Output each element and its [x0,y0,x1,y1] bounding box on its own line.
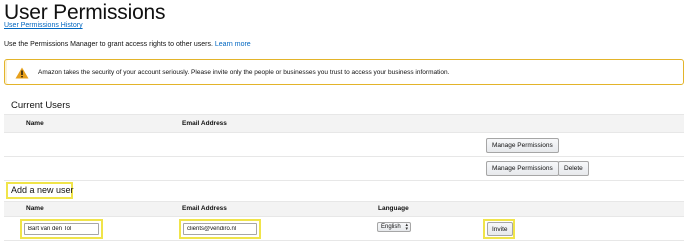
add-user-title: Add a new user [6,182,74,199]
manage-permissions-button[interactable]: Manage Permissions [486,161,559,176]
alert-text: Amazon takes the security of your accoun… [38,69,450,76]
current-users-title: Current Users [11,100,71,111]
warning-icon [15,67,29,79]
add-user-header: Name Email Address Language [4,201,684,217]
email-input[interactable] [183,223,257,235]
column-header-email: Email Address [182,205,227,212]
history-link[interactable]: User Permissions History [4,22,83,29]
email-field-highlight [179,219,261,239]
name-input[interactable] [24,223,99,235]
intro-description: Use the Permissions Manager to grant acc… [4,41,213,48]
delete-button[interactable]: Delete [558,161,589,176]
intro-text: Use the Permissions Manager to grant acc… [4,41,251,48]
column-header-name: Name [26,120,44,127]
language-select[interactable]: English ▴ ▾ [377,222,411,232]
name-field-highlight [20,219,103,239]
column-header-language: Language [378,205,409,212]
language-value: English [381,224,401,230]
security-alert: Amazon takes the security of your accoun… [4,59,684,85]
invite-button-highlight: Invite [483,219,515,239]
current-users-header: Name Email Address [4,114,684,133]
manage-permissions-button[interactable]: Manage Permissions [486,138,559,153]
table-row: Manage Permissions [4,134,684,157]
column-header-email: Email Address [182,120,227,127]
select-arrows-icon: ▴ ▾ [405,222,408,232]
add-user-row: English ▴▾ Invite [4,217,684,241]
table-row: Manage Permissions Delete [4,157,684,181]
learn-more-link[interactable]: Learn more [215,41,251,48]
invite-button[interactable]: Invite [487,222,513,236]
column-header-name: Name [26,205,44,212]
